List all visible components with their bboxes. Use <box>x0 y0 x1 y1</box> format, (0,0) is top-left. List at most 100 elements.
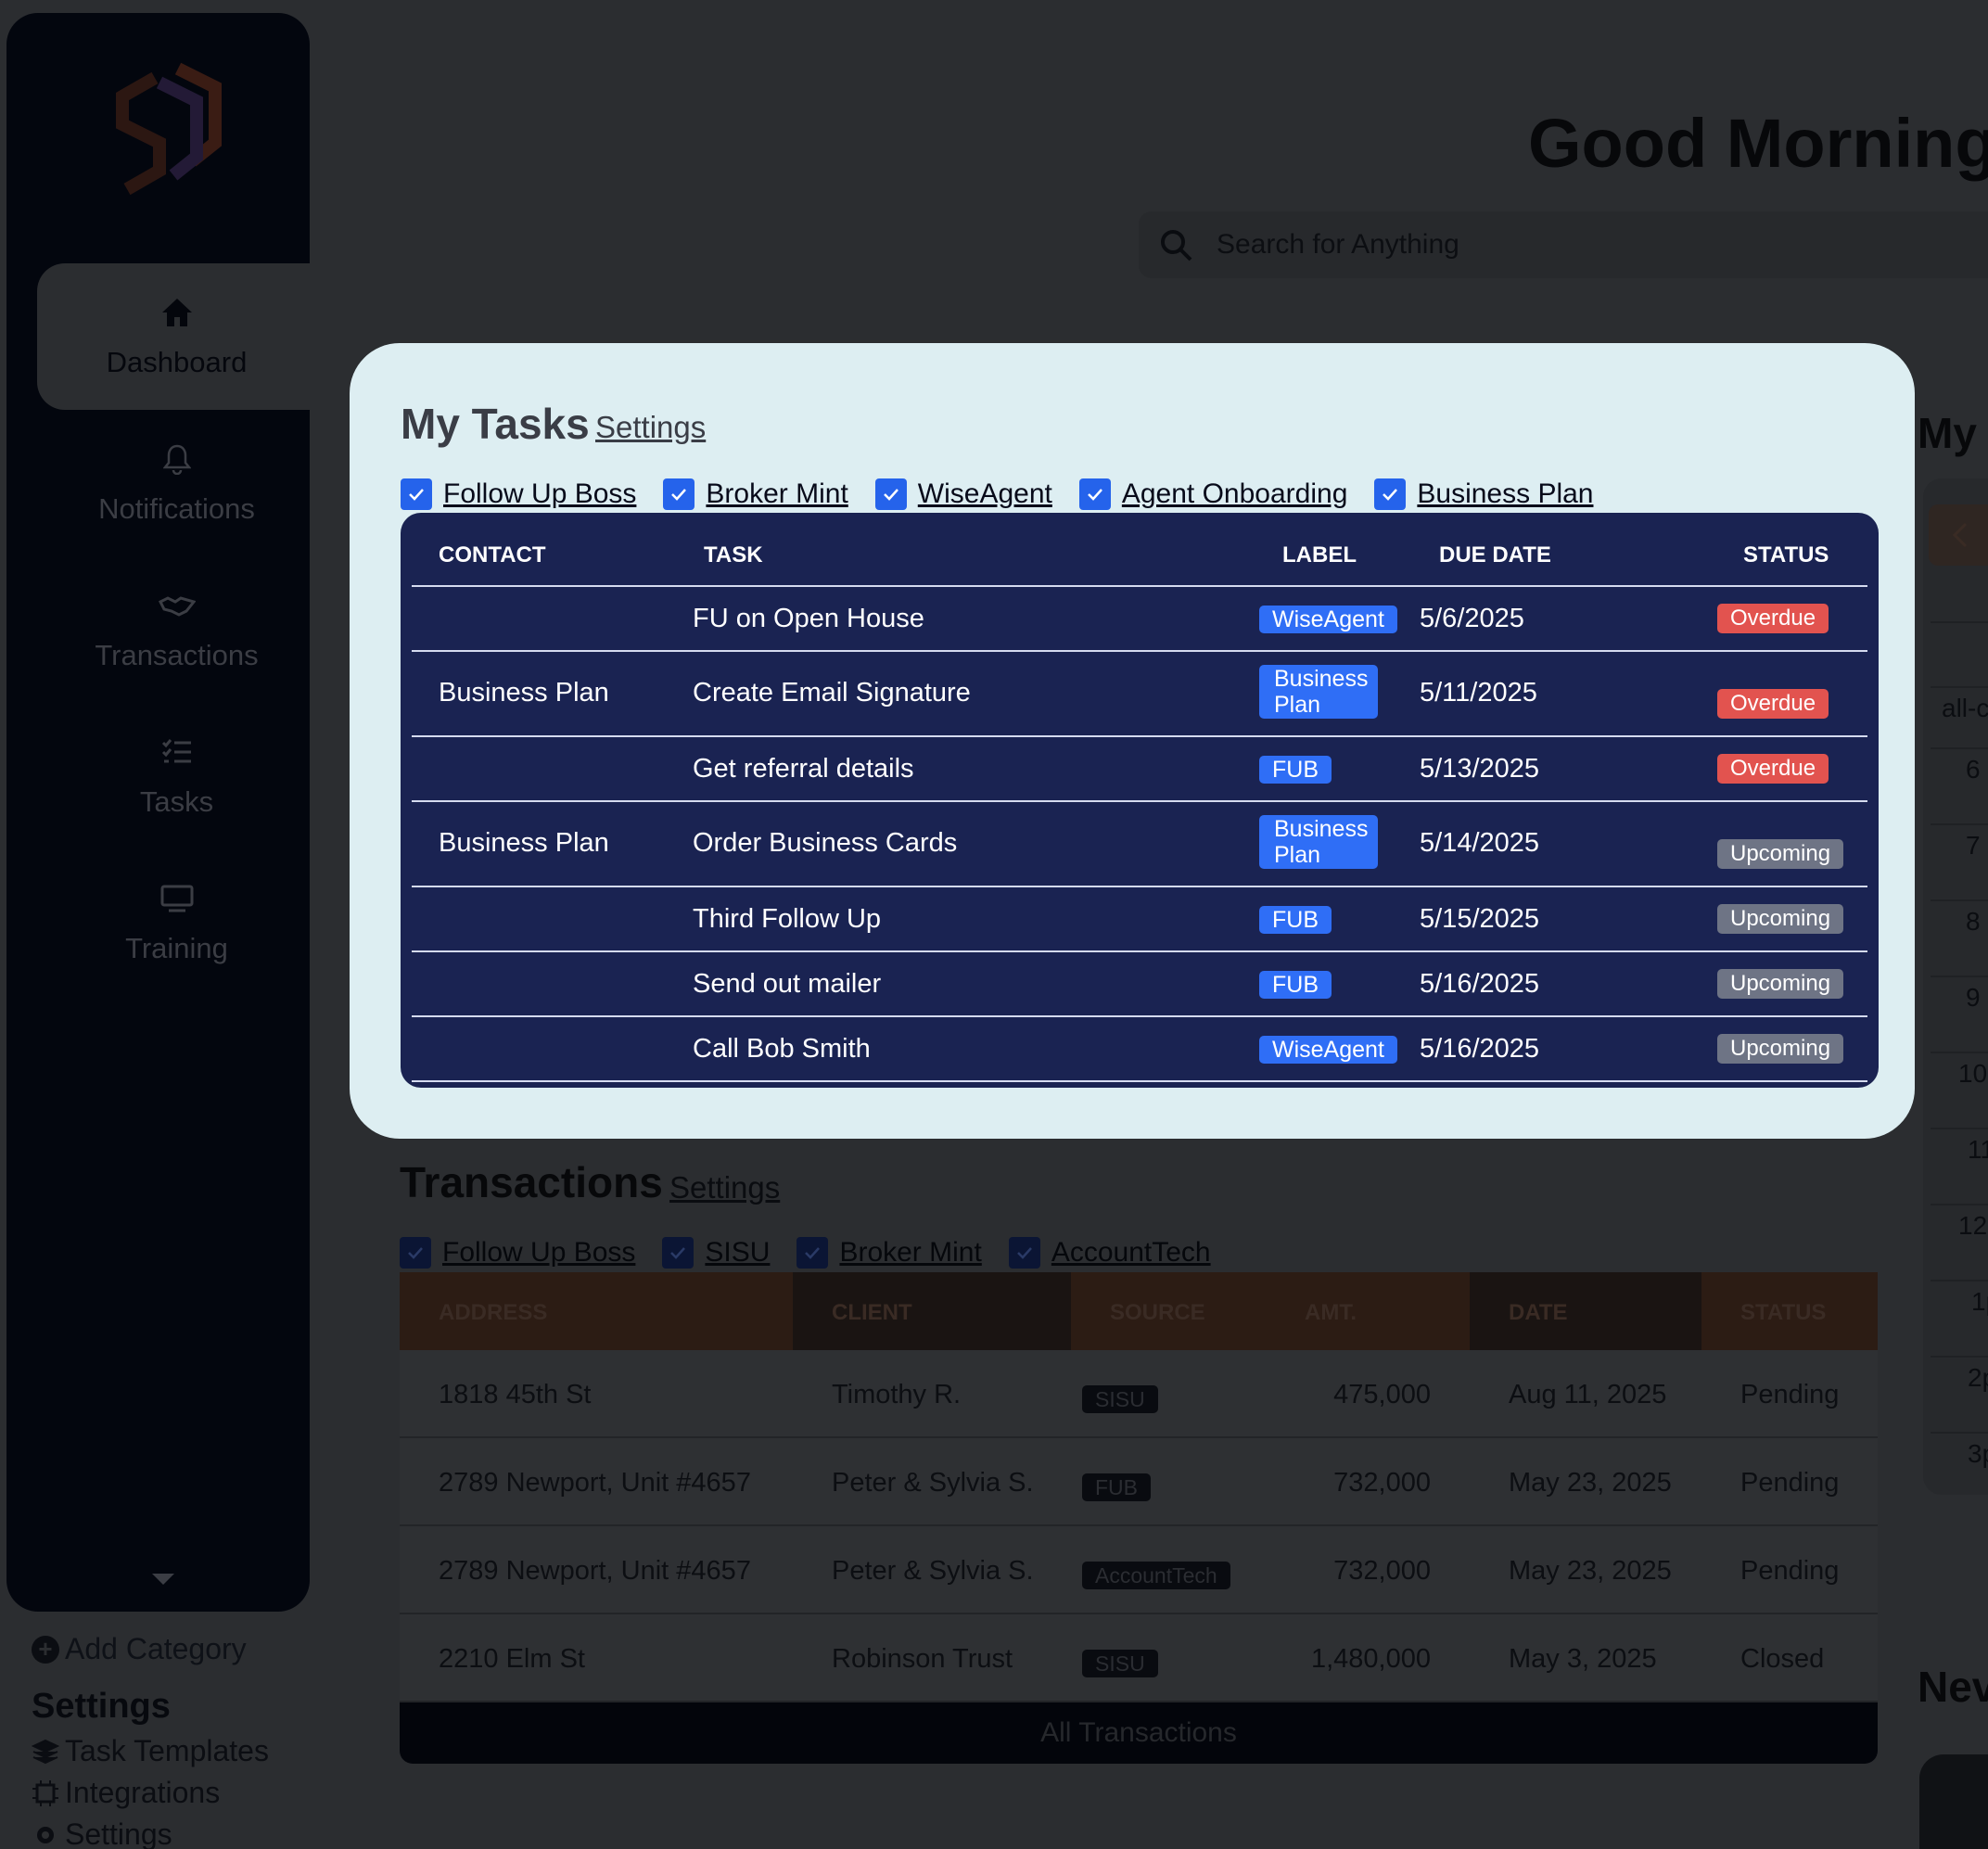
tx-filter-sisu[interactable]: SISU <box>662 1237 770 1269</box>
col-date: DATE <box>1509 1300 1568 1325</box>
col-address: ADDRESS <box>439 1300 548 1325</box>
transactions-settings-link[interactable]: Settings <box>669 1170 780 1205</box>
table-row[interactable]: Business Plan Create Email Signature Bus… <box>401 652 1879 735</box>
status-badge: Upcoming <box>1717 904 1844 934</box>
sidebar-footer: + Add Category Settings Task Templates I… <box>32 1632 269 1849</box>
filter-label: Business Plan <box>1417 478 1594 509</box>
col-label: LABEL <box>1282 542 1357 567</box>
filter-follow-up-boss[interactable]: Follow Up Boss <box>401 478 636 510</box>
table-row[interactable]: FU on Open House WiseAgent 5/6/2025 Over… <box>401 587 1879 650</box>
table-row[interactable]: 2210 Elm St Robinson Trust SISU 1,480,00… <box>400 1614 1878 1702</box>
table-row[interactable]: Call Bob Smith WiseAgent 5/16/2025 Upcom… <box>401 1017 1879 1080</box>
nav-dashboard[interactable]: Dashboard <box>37 263 316 410</box>
right-cell <box>1931 621 1988 695</box>
checkbox[interactable] <box>1374 478 1407 510</box>
transactions-title: Transactions <box>400 1158 663 1206</box>
prev-button[interactable] <box>1929 504 1988 566</box>
right-cell: all-c <box>1931 686 1988 751</box>
filter-broker-mint[interactable]: Broker Mint <box>663 478 848 510</box>
status-badge: Overdue <box>1717 604 1829 633</box>
nav-training[interactable]: Training <box>37 849 316 996</box>
checkbox[interactable] <box>1078 478 1111 510</box>
checkbox[interactable] <box>796 1237 829 1269</box>
status-badge: Upcoming <box>1717 969 1844 999</box>
col-task: TASK <box>704 542 763 567</box>
nav-label: Dashboard <box>106 346 248 378</box>
col-amount: AMT. <box>1305 1300 1357 1325</box>
status-badge: Overdue <box>1717 689 1829 719</box>
checklist-icon <box>159 733 196 771</box>
status-cell: Closed <box>1740 1644 1825 1674</box>
due-date-cell: 5/11/2025 <box>1420 678 1537 708</box>
bell-icon <box>159 440 196 478</box>
checkbox[interactable] <box>1008 1237 1040 1269</box>
amount-cell: 732,000 <box>1333 1468 1431 1498</box>
address-cell: 2789 Newport, Unit #4657 <box>439 1468 751 1498</box>
task-cell: FU on Open House <box>693 604 924 633</box>
status-badge: Upcoming <box>1717 839 1844 869</box>
nav-notifications[interactable]: Notifications <box>37 410 316 556</box>
due-date-cell: 5/13/2025 <box>1420 754 1540 784</box>
all-transactions-button[interactable]: All Transactions <box>400 1702 1878 1764</box>
right-cell: 9 <box>1931 976 1988 1050</box>
right-cell: 11 <box>1931 1128 1988 1202</box>
tx-filter-follow-up-boss[interactable]: Follow Up Boss <box>400 1237 635 1269</box>
transactions-filters: Follow Up Boss SISU Broker Mint AccountT… <box>400 1237 1238 1269</box>
checkbox[interactable] <box>663 478 695 510</box>
filter-business-plan[interactable]: Business Plan <box>1374 478 1593 510</box>
checkbox[interactable] <box>400 1237 431 1269</box>
filter-label: WiseAgent <box>917 478 1052 509</box>
task-cell: Third Follow Up <box>693 904 882 934</box>
checkbox[interactable] <box>662 1237 695 1269</box>
due-date-cell: 5/16/2025 <box>1420 1034 1540 1064</box>
due-date-cell: 5/14/2025 <box>1420 828 1540 858</box>
monitor-icon <box>159 880 196 917</box>
address-cell: 2210 Elm St <box>439 1644 585 1674</box>
task-cell: Create Email Signature <box>693 678 971 708</box>
tasks-settings-link[interactable]: Settings <box>595 410 706 445</box>
table-row[interactable]: Business Plan Order Business Cards Busin… <box>401 802 1879 886</box>
right-cell: 1p <box>1931 1280 1988 1354</box>
checkbox[interactable] <box>874 478 907 510</box>
checkbox[interactable] <box>401 478 432 510</box>
task-cell: Call Bob Smith <box>693 1034 871 1064</box>
chevron-down-icon[interactable] <box>150 1571 176 1588</box>
tx-filter-accounttech[interactable]: AccountTech <box>1008 1237 1211 1269</box>
nav-tasks[interactable]: Tasks <box>37 703 316 849</box>
status-badge: Overdue <box>1717 754 1829 784</box>
search-input[interactable] <box>1217 229 1866 261</box>
filter-label: Follow Up Boss <box>442 1237 636 1268</box>
settings-link[interactable]: Settings <box>32 1817 269 1849</box>
tasks-table: CONTACT TASK LABEL DUE DATE STATUS FU on… <box>401 513 1879 1088</box>
search-bar[interactable] <box>1139 211 1988 278</box>
client-cell: Robinson Trust <box>832 1644 1013 1674</box>
filter-wiseagent[interactable]: WiseAgent <box>874 478 1052 510</box>
client-cell: Peter & Sylvia S. <box>832 1468 1034 1498</box>
source-badge: AccountTech <box>1082 1562 1230 1589</box>
my-tasks-title: My Tasks <box>401 400 590 448</box>
tx-filter-broker-mint[interactable]: Broker Mint <box>796 1237 982 1269</box>
status-cell: Pending <box>1740 1468 1840 1498</box>
due-date-cell: 5/16/2025 <box>1420 969 1540 999</box>
task-templates-link[interactable]: Task Templates <box>32 1734 269 1768</box>
gear-icon <box>37 1826 54 1843</box>
table-header: CONTACT TASK LABEL DUE DATE STATUS <box>401 513 1879 587</box>
table-row[interactable]: 2789 Newport, Unit #4657 Peter & Sylvia … <box>400 1526 1878 1614</box>
table-row[interactable]: 1818 45th St Timothy R. SISU 475,000 Aug… <box>400 1350 1878 1438</box>
right-cell: 7 <box>1931 823 1988 898</box>
filter-agent-onboarding[interactable]: Agent Onboarding <box>1078 478 1347 510</box>
integrations-link[interactable]: Integrations <box>32 1776 269 1810</box>
task-filters: Follow Up Boss Broker Mint WiseAgent Age… <box>401 478 1620 510</box>
table-row[interactable]: Send out mailer FUB 5/16/2025 Upcoming <box>401 952 1879 1015</box>
status-badge: Upcoming <box>1717 1034 1844 1064</box>
task-cell: Send out mailer <box>693 969 882 999</box>
add-category-button[interactable]: + Add Category <box>32 1632 269 1666</box>
table-row[interactable]: Third Follow Up FUB 5/15/2025 Upcoming <box>401 887 1879 950</box>
table-row[interactable]: Get referral details FUB 5/13/2025 Overd… <box>401 737 1879 800</box>
table-row[interactable]: 2789 Newport, Unit #4657 Peter & Sylvia … <box>400 1438 1878 1526</box>
nav-transactions[interactable]: Transactions <box>37 556 316 703</box>
amount-cell: 475,000 <box>1333 1380 1431 1409</box>
brand-logo <box>116 62 222 196</box>
right-panel-new-title: Nev <box>1918 1663 1988 1711</box>
right-cell: 3p <box>1931 1432 1988 1497</box>
